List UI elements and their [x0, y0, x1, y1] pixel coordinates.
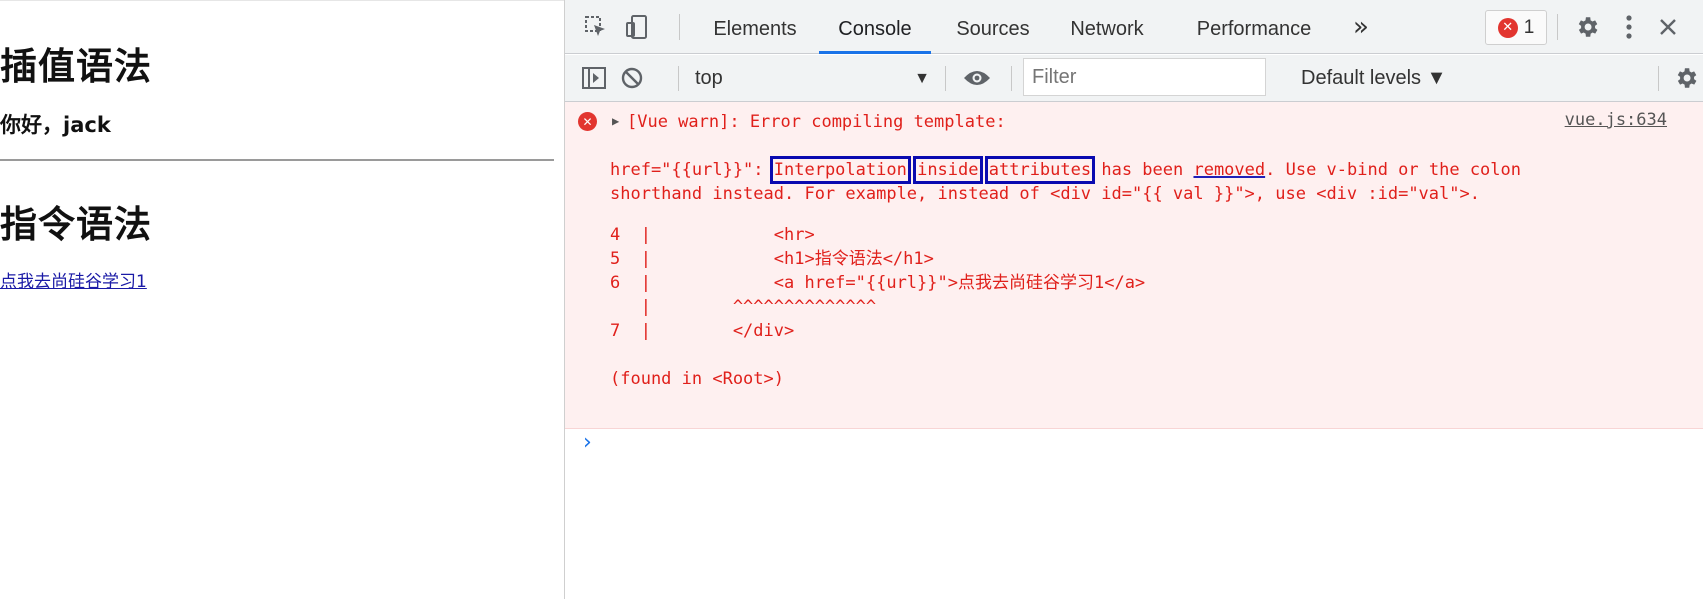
log-levels-dropdown[interactable]: Default levels ▼	[1301, 62, 1446, 94]
device-toolbar-icon[interactable]	[620, 10, 654, 44]
context-value: top	[695, 67, 723, 89]
rendered-page: 插值语法 你好，jack 指令语法 点我去尚硅谷学习1	[0, 0, 564, 599]
toolbar-divider	[1557, 14, 1558, 40]
console-prompt[interactable]: ›	[565, 430, 1703, 462]
word-inside: inside	[913, 156, 983, 184]
warn-detail-line2: shorthand instead. For example, instead …	[610, 184, 1480, 204]
console-settings-gear-icon[interactable]	[1669, 61, 1703, 95]
devtools-tabbar: Elements Console Sources Network Perform…	[565, 0, 1703, 54]
close-devtools-icon[interactable]	[1651, 10, 1685, 44]
live-expression-eye-icon[interactable]	[960, 61, 994, 95]
toolbar-divider	[945, 66, 946, 91]
error-count: 1	[1523, 16, 1535, 38]
study-link[interactable]: 点我去尚硅谷学习1	[0, 267, 147, 292]
console-error-message: ✕ ▶ [Vue warn]: Error compiling template…	[565, 102, 1703, 429]
devtools-panel: Elements Console Sources Network Perform…	[564, 0, 1703, 599]
toolbar-divider	[678, 66, 679, 91]
toolbar-divider	[679, 14, 680, 40]
settings-gear-icon[interactable]	[1570, 10, 1604, 44]
tab-console[interactable]: Console	[819, 0, 931, 54]
context-selector[interactable]: top ▼	[695, 63, 930, 94]
detail-suffix: . Use v-bind or the colon	[1265, 160, 1521, 180]
toolbar-divider	[1658, 66, 1659, 91]
heading-interpolation: 插值语法	[0, 45, 152, 88]
warn-title: [Vue warn]: Error compiling template:	[627, 112, 1006, 132]
more-tabs-icon[interactable]: »	[1353, 12, 1369, 42]
inspect-element-icon[interactable]	[579, 10, 613, 44]
more-options-icon[interactable]	[1612, 10, 1646, 44]
word-removed: removed	[1193, 160, 1266, 180]
prompt-chevron-icon: ›	[583, 430, 592, 455]
tab-performance[interactable]: Performance	[1172, 0, 1336, 54]
show-sidebar-icon[interactable]	[577, 61, 611, 95]
tab-network[interactable]: Network	[1057, 0, 1157, 54]
warn-detail-line1: href="{{url}}": Interpolation inside att…	[610, 156, 1521, 184]
detail-prefix: href="{{url}}":	[610, 160, 774, 180]
code-line: 4 | <hr>	[610, 225, 815, 245]
divider	[0, 159, 554, 161]
word-attributes: attributes	[984, 156, 1096, 184]
chevron-down-icon: ▼	[914, 70, 930, 87]
heading-directive: 指令语法	[0, 203, 152, 246]
console-toolbar: top ▼ Default levels ▼	[565, 55, 1703, 102]
code-line: 5 | <h1>指令语法</h1>	[610, 249, 934, 269]
word-has-been: has been	[1091, 160, 1194, 180]
filter-input[interactable]	[1023, 58, 1266, 96]
tab-sources[interactable]: Sources	[946, 0, 1040, 54]
source-link[interactable]: vue.js:634	[1565, 110, 1667, 130]
error-icon: ✕	[578, 112, 597, 131]
word-interpolation: Interpolation	[769, 156, 911, 184]
code-line: 6 | <a href="{{url}}">点我去尚硅谷学习1</a>	[610, 273, 1146, 293]
greeting-text: 你好，jack	[0, 113, 111, 137]
error-icon: ✕	[1497, 17, 1518, 38]
toolbar-divider	[1011, 66, 1012, 91]
clear-console-icon[interactable]	[615, 61, 649, 95]
code-caret-line: | ^^^^^^^^^^^^^^	[610, 297, 877, 317]
code-line: 7 | </div>	[610, 321, 795, 341]
found-in-text: (found in <Root>)	[610, 369, 784, 389]
expand-triangle-icon[interactable]: ▶	[612, 114, 619, 128]
error-count-badge[interactable]: ✕ 1	[1485, 10, 1547, 45]
tab-elements[interactable]: Elements	[705, 0, 805, 54]
